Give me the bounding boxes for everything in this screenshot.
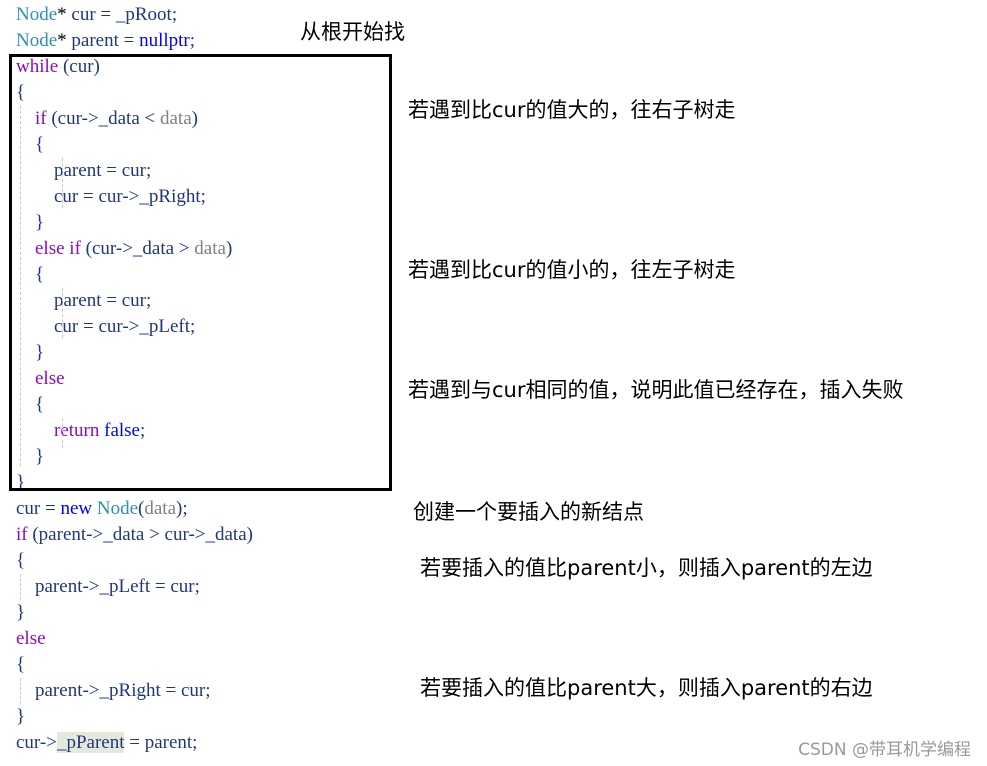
code-line: { [16,548,25,574]
while-loop-highlight-box [9,54,392,491]
annotation-duplicate: 若遇到与cur相同的值，说明此值已经存在，插入失败 [408,378,904,402]
annotation-insert-left: 若要插入的值比parent小，则插入parent的左边 [420,556,873,580]
annotation-start-from-root: 从根开始找 [300,20,405,44]
code-token: cur-> [16,732,57,753]
code-line: } [16,600,25,626]
code-token: ; [189,30,196,51]
code-line: Node* parent = nullptr; [16,28,195,54]
code-token: parent->_pRight = cur; [16,680,211,701]
code-token: = parent; [124,732,198,753]
code-token: { [16,654,26,675]
code-token: Node [16,4,58,25]
code-line: cur->_pParent = parent; [16,730,197,756]
indent-guide [20,678,21,704]
code-token: { [16,550,26,571]
code-token: * [57,30,72,51]
code-token: if [16,524,28,545]
code-token: ); [176,498,188,519]
code-token: } [16,602,26,623]
code-line: if (parent->_data > cur->_data) [16,522,253,548]
code-line: { [16,652,25,678]
code-token: cur = _pRoot; [71,4,178,25]
watermark: CSDN @带耳机学编程 [798,740,971,760]
indent-guide [20,574,21,600]
code-line: parent->_pRight = cur; [16,678,211,704]
code-token: parent->_pLeft = cur; [16,576,200,597]
code-line: parent->_pLeft = cur; [16,574,200,600]
code-token: new [60,498,93,519]
code-line: } [16,704,25,730]
code-token: Node [96,498,139,519]
annotation-create-node: 创建一个要插入的新结点 [413,500,644,524]
code-token: cur = [16,498,61,519]
code-token: Node [16,30,58,51]
code-token: nullptr [139,30,190,51]
code-token: (parent->_data > cur->_data) [27,524,253,545]
code-token: * [57,4,72,25]
code-token: _pParent [56,732,125,753]
annotation-go-left: 若遇到比cur的值小的，往左子树走 [408,258,736,282]
code-token: } [16,706,26,727]
code-token: parent = [71,30,140,51]
code-line: Node* cur = _pRoot; [16,2,177,28]
code-line: else [16,626,46,652]
annotation-insert-right: 若要插入的值比parent大，则插入parent的右边 [420,676,873,700]
code-token: data [144,498,177,519]
annotation-go-right: 若遇到比cur的值大的，往右子树走 [408,98,736,122]
code-token: else [16,628,46,649]
code-line: cur = new Node(data); [16,496,188,522]
